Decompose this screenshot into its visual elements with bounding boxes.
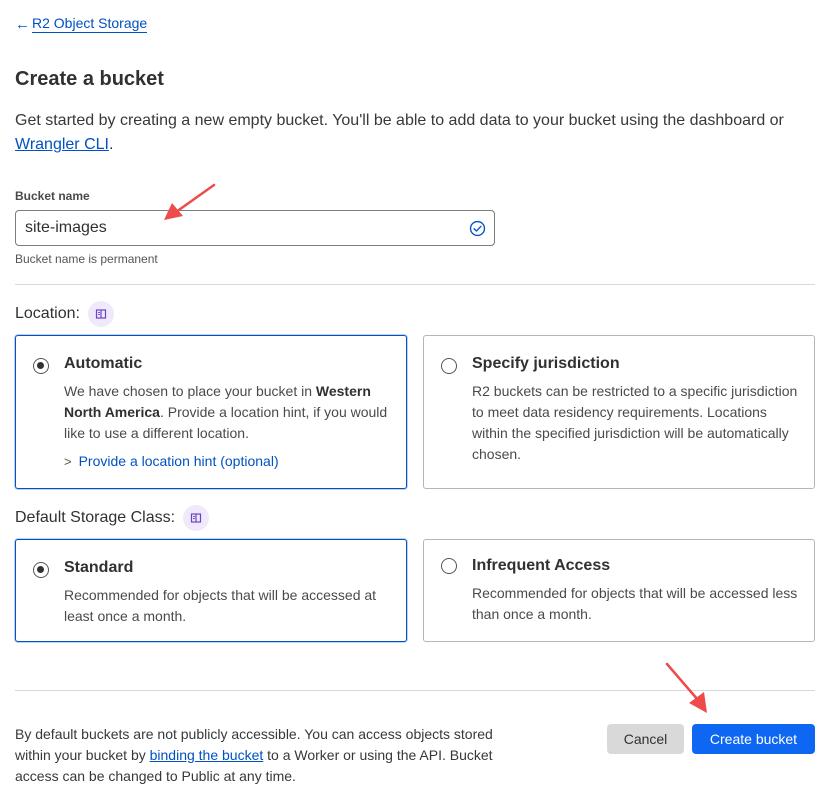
divider — [15, 284, 815, 285]
location-hint-link[interactable]: > Provide a location hint (optional) — [64, 453, 279, 469]
standard-radio[interactable] — [33, 562, 49, 578]
automatic-description: We have chosen to place your bucket in W… — [64, 381, 392, 444]
standard-title: Standard — [64, 559, 134, 576]
automatic-desc-start: We have chosen to place your bucket in — [64, 383, 316, 399]
binding-the-bucket-link[interactable]: binding the bucket — [150, 747, 264, 763]
location-hint-link-label: Provide a location hint (optional) — [78, 453, 279, 469]
create-bucket-button[interactable]: Create bucket — [692, 724, 815, 754]
breadcrumb-label: R2 Object Storage — [32, 15, 148, 33]
bucket-name-hint: Bucket name is permanent — [15, 252, 158, 266]
intro-text-end: . — [108, 136, 114, 153]
infrequent-title: Infrequent Access — [472, 557, 611, 574]
divider — [15, 690, 815, 691]
storage-option-infrequent[interactable]: Infrequent Access Recommended for object… — [423, 539, 815, 642]
storage-class-section-label: Default Storage Class: — [15, 505, 210, 531]
book-icon[interactable] — [87, 301, 114, 327]
bucket-name-field[interactable] — [15, 210, 495, 246]
bucket-name-label: Bucket name — [15, 189, 90, 203]
location-option-jurisdiction[interactable]: Specify jurisdiction R2 buckets can be r… — [423, 335, 815, 489]
annotation-arrow-icon — [665, 662, 707, 713]
automatic-title: Automatic — [64, 355, 143, 372]
infrequent-radio[interactable] — [441, 558, 457, 574]
chevron-right-icon: > — [64, 453, 72, 469]
jurisdiction-radio[interactable] — [441, 358, 457, 374]
intro-text-start: Get started by creating a new empty buck… — [15, 112, 784, 129]
location-option-automatic[interactable]: Automatic We have chosen to place your b… — [15, 335, 407, 489]
automatic-radio[interactable] — [33, 358, 49, 374]
wrangler-cli-link[interactable]: Wrangler CLI — [15, 136, 109, 153]
storage-class-label-text: Default Storage Class: — [15, 509, 176, 526]
location-label-text: Location: — [15, 305, 80, 322]
standard-description: Recommended for objects that will be acc… — [64, 587, 377, 624]
check-circle-icon — [469, 220, 486, 237]
intro-text: Get started by creating a new empty buck… — [15, 109, 830, 157]
breadcrumb-back-link[interactable]: ← R2 Object Storage — [15, 15, 148, 33]
location-section-label: Location: — [15, 301, 114, 327]
footer-note: By default buckets are not publicly acce… — [15, 724, 525, 787]
infrequent-description: Recommended for objects that will be acc… — [472, 585, 798, 622]
bucket-name-input[interactable] — [16, 211, 494, 245]
arrow-left-icon: ← — [15, 15, 30, 33]
jurisdiction-description: R2 buckets can be restricted to a specif… — [472, 383, 798, 462]
page-title: Create a bucket — [15, 68, 164, 90]
storage-option-standard[interactable]: Standard Recommended for objects that wi… — [15, 539, 407, 642]
book-icon[interactable] — [183, 505, 210, 531]
jurisdiction-title: Specify jurisdiction — [472, 355, 620, 372]
cancel-button[interactable]: Cancel — [607, 724, 684, 754]
